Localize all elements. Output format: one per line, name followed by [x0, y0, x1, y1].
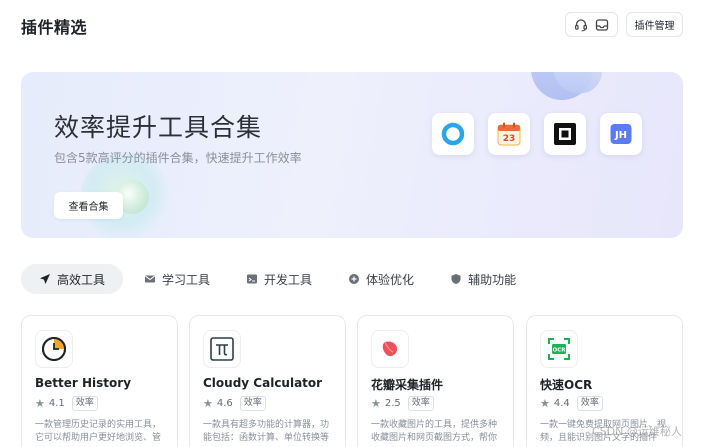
plugin-description: 一款收藏图片的工具，提供多种收藏图片和网页截图方式，帮你高…: [371, 420, 498, 443]
ring-icon: [441, 122, 465, 146]
page-title: 插件精选: [21, 18, 88, 37]
plugin-description: 一款具有超多功能的计算器，功能包括：函数计算、单位转换等: [203, 420, 330, 443]
headset-icon[interactable]: [572, 16, 590, 34]
tab-label: 辅助功能: [468, 272, 517, 287]
pi-icon: [210, 337, 234, 361]
category-badge: 效率: [576, 396, 603, 411]
plugin-meta: ★ 4.4 效率: [540, 396, 603, 411]
tab-label: 开发工具: [264, 272, 313, 287]
plugin-card[interactable]: Better History ★ 4.1 效率 一款管理历史记录的实用工具，它可…: [21, 315, 178, 447]
plugin-description: 一款管理历史记录的实用工具，它可以帮助用户更好地浏览、管理…: [35, 420, 162, 443]
view-collection-button[interactable]: 查看合集: [54, 192, 123, 219]
plugin-logo: [203, 330, 241, 368]
plugin-name: Cloudy Calculator: [203, 376, 323, 390]
clock-icon: [42, 337, 66, 361]
svg-text:OCR: OCR: [553, 348, 567, 354]
plugin-name: Better History: [35, 376, 132, 390]
plugin-logo: [35, 330, 73, 368]
jh-app-tile[interactable]: JH: [600, 113, 642, 155]
plugin-rating: 4.4: [553, 398, 570, 409]
calendar-app-tile[interactable]: 23: [488, 113, 530, 155]
jh-icon: JH: [610, 124, 632, 144]
banner-subtitle: 包含5款高评分的插件合集，快速提升工作效率: [54, 151, 302, 165]
tab-experience[interactable]: 体验优化: [333, 264, 429, 294]
calendar-icon: 23: [497, 122, 521, 146]
plugin-rating: 4.6: [216, 398, 233, 409]
plugin-name: 快速OCR: [540, 378, 593, 392]
tab-label: 高效工具: [57, 272, 106, 287]
plugin-logo: [371, 330, 409, 368]
tab-learning[interactable]: 学习工具: [129, 264, 225, 294]
plugin-rating: 2.5: [384, 398, 401, 409]
jh-label: JH: [614, 130, 627, 141]
calendar-day: 23: [503, 134, 516, 144]
featured-collection-banner[interactable]: 效率提升工具合集 包含5款高评分的插件合集，快速提升工作效率 查看合集 23 J…: [21, 72, 683, 238]
plugin-manage-button[interactable]: 插件管理: [626, 12, 683, 37]
tab-label: 学习工具: [162, 272, 211, 287]
plugin-market-page: 插件精选 插件管理 效率提升工具合集 包含5款高评分的插件合集，快速提升工作效率…: [0, 0, 720, 447]
category-badge: 效率: [407, 396, 434, 411]
ring-app-tile[interactable]: [432, 113, 474, 155]
category-badge: 效率: [71, 396, 98, 411]
inbox-icon[interactable]: [593, 16, 611, 34]
csdn-watermark: CSDN @运维秘人: [592, 425, 682, 438]
petal-icon: [382, 341, 398, 357]
star-icon: ★: [371, 397, 381, 410]
ocr-icon: OCR: [548, 338, 570, 360]
mail-icon: [144, 273, 156, 285]
tab-efficiency[interactable]: 高效工具: [21, 264, 124, 294]
banner-title: 效率提升工具合集: [54, 113, 263, 142]
category-tabs: 高效工具 学习工具 开发工具 体验优化 辅助功能: [21, 264, 537, 294]
plugin-rating: 4.1: [48, 398, 65, 409]
banner-app-tiles: 23 JH: [432, 113, 642, 155]
category-badge: 效率: [239, 396, 266, 411]
star-icon: ★: [540, 397, 550, 410]
plugin-meta: ★ 4.6 效率: [203, 396, 266, 411]
tab-accessibility[interactable]: 辅助功能: [435, 264, 531, 294]
plugin-meta: ★ 4.1 效率: [35, 396, 98, 411]
header-icon-group: [565, 12, 618, 37]
code-icon: [246, 273, 258, 285]
tab-label: 体验优化: [366, 272, 415, 287]
plugin-card[interactable]: 花瓣采集插件 ★ 2.5 效率 一款收藏图片的工具，提供多种收藏图片和网页截图方…: [357, 315, 514, 447]
plugin-meta: ★ 2.5 效率: [371, 396, 434, 411]
star-icon: ★: [35, 397, 45, 410]
star-icon: ★: [203, 397, 213, 410]
send-icon: [39, 273, 51, 285]
shield-icon: [450, 273, 462, 285]
plugin-name: 花瓣采集插件: [371, 378, 444, 392]
frame-app-tile[interactable]: [544, 113, 586, 155]
plugin-card[interactable]: Cloudy Calculator ★ 4.6 效率 一款具有超多功能的计算器，…: [189, 315, 346, 447]
plus-circle-icon: [348, 273, 360, 285]
frame-icon: [554, 123, 576, 145]
tab-developer[interactable]: 开发工具: [231, 264, 327, 294]
plugin-logo: OCR: [540, 330, 578, 368]
